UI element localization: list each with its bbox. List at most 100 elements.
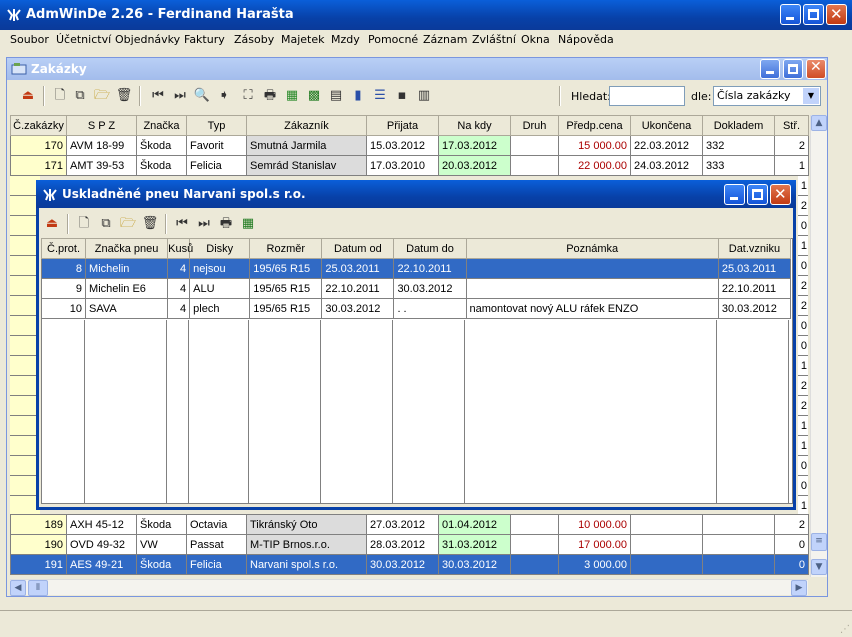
column-header[interactable]: Dat.vzniku (717, 238, 792, 259)
cell-c[interactable]: 191 (10, 554, 67, 575)
cell-str[interactable]: 2 (798, 276, 808, 296)
cell-disky[interactable]: plech (189, 298, 251, 319)
cell-znacka[interactable]: Škoda (136, 514, 187, 535)
select-area-icon[interactable]: ⛶ (239, 87, 257, 105)
menu-item[interactable]: Mzdy (331, 33, 360, 46)
cell-ukoncena[interactable] (630, 514, 703, 535)
cell-rozmer[interactable]: 195/65 R15 (249, 298, 323, 319)
copy-icon[interactable]: ⧉ (97, 215, 115, 233)
cell-str[interactable]: 1 (798, 236, 808, 256)
cell-ukoncena[interactable]: 22.03.2012 (630, 135, 703, 156)
column-header[interactable]: Zákazník (246, 115, 367, 136)
cell-ukoncena[interactable] (630, 534, 703, 555)
cell-doklad[interactable]: 333 (702, 155, 775, 176)
chart-icon[interactable]: ▮ (349, 87, 367, 105)
search-icon[interactable]: 🔍 (193, 87, 211, 105)
cell-spz[interactable]: AVM 18-99 (66, 135, 137, 156)
table-row[interactable]: 191 AES 49-21 Škoda Felicia Narvani spol.s r… (10, 554, 809, 575)
cell-spz[interactable]: AMT 39-53 (66, 155, 137, 176)
cell-druh[interactable] (510, 554, 559, 575)
cell-str[interactable]: 0 (798, 336, 808, 356)
cell-spz[interactable]: OVD 49-32 (66, 534, 137, 555)
cell-cprot[interactable]: 9 (40, 278, 87, 299)
cell-znacka[interactable]: Škoda (136, 155, 187, 176)
scroll-down-icon[interactable]: ▼ (811, 559, 827, 575)
zakazky-maximize-button[interactable] (783, 59, 803, 79)
cell-str[interactable]: 0 (798, 456, 808, 476)
menu-item[interactable]: Záznam (423, 33, 467, 46)
column-header[interactable]: Poznámka (465, 238, 719, 259)
cell-str[interactable]: 2 (798, 376, 808, 396)
cell-druh[interactable] (510, 534, 559, 555)
cell-cena[interactable]: 17 000.00 (558, 534, 631, 555)
zakazky-minimize-button[interactable] (760, 59, 780, 79)
close-button[interactable]: ✕ (826, 4, 847, 25)
menu-item[interactable]: Zásoby (234, 33, 274, 46)
minimize-button[interactable] (780, 4, 801, 25)
cell-str[interactable]: 2 (798, 296, 808, 316)
cell-str[interactable]: 1 (798, 416, 808, 436)
cell-c[interactable]: 190 (10, 534, 67, 555)
export-icon[interactable]: ▦ (283, 87, 301, 105)
cell-c[interactable]: 171 (10, 155, 67, 176)
first-record-icon[interactable]: ⏮ (149, 87, 167, 105)
column-header[interactable]: Značka (136, 115, 187, 136)
menu-item[interactable]: Soubor (10, 33, 49, 46)
cell-zakaznik[interactable]: Smutná Jarmila (246, 135, 367, 156)
exit-icon[interactable]: ⏏ (19, 87, 37, 105)
cell-prijata[interactable]: 28.03.2012 (366, 534, 439, 555)
delete-icon[interactable]: 🗑 (141, 215, 159, 233)
last-record-icon[interactable]: ⏭ (171, 87, 189, 105)
cell-vznik[interactable]: 25.03.2011 (717, 258, 792, 279)
resize-grip-icon[interactable]: ⋰ (840, 624, 850, 635)
column-header[interactable]: Č.zakázky (10, 115, 67, 136)
cell-str[interactable]: 1 (798, 436, 808, 456)
pneu-minimize-button[interactable] (724, 184, 745, 205)
cell-do[interactable]: . . (393, 298, 467, 319)
cell-kusu[interactable]: 4 (167, 278, 191, 299)
cell-doklad[interactable] (702, 534, 775, 555)
menu-item[interactable]: Objednávky (115, 33, 180, 46)
cell-str[interactable]: 1 (798, 356, 808, 376)
cell-doklad[interactable]: 332 (702, 135, 775, 156)
column-header[interactable]: S P Z (66, 115, 137, 136)
excel-icon[interactable]: ▦ (239, 215, 257, 233)
cell-str[interactable]: 1 (798, 496, 808, 516)
menu-item[interactable]: Okna (521, 33, 550, 46)
cell-prijata[interactable]: 17.03.2010 (366, 155, 439, 176)
cell-cprot[interactable]: 10 (40, 298, 87, 319)
cell-nakdy[interactable]: 20.03.2012 (438, 155, 511, 176)
cell-do[interactable]: 22.10.2011 (393, 258, 467, 279)
cell-spz[interactable]: AXH 45-12 (66, 514, 137, 535)
print-icon[interactable]: 🖶 (261, 87, 279, 105)
cell-zakaznik[interactable]: Narvani spol.s r.o. (246, 554, 367, 575)
pneu-maximize-button[interactable] (747, 184, 768, 205)
cell-str[interactable]: 0 (774, 554, 809, 575)
document-icon[interactable]: ▤ (327, 87, 345, 105)
column-header[interactable]: Druh (510, 115, 559, 136)
cell-nakdy[interactable]: 01.04.2012 (438, 514, 511, 535)
scroll-right-icon[interactable]: ▶ (791, 580, 807, 596)
cell-str[interactable]: 0 (798, 256, 808, 276)
cell-prijata[interactable]: 27.03.2012 (366, 514, 439, 535)
column-header[interactable]: Kusů (167, 238, 193, 259)
cell-kusu[interactable]: 4 (167, 298, 191, 319)
menu-item[interactable]: Majetek (281, 33, 325, 46)
cell-znacka[interactable]: Škoda (136, 554, 187, 575)
cell-zakaznik[interactable]: Semrád Stanislav (246, 155, 367, 176)
last-record-icon[interactable]: ⏭ (195, 215, 213, 233)
menu-item[interactable]: Faktury (184, 33, 225, 46)
cell-str[interactable]: 1 (774, 155, 809, 176)
new-document-icon[interactable]: 🗋 (51, 87, 69, 105)
chevron-down-icon[interactable]: ▼ (803, 88, 819, 104)
cell-cena[interactable]: 3 000.00 (558, 554, 631, 575)
zakazky-vertical-scrollbar[interactable]: ▲ ≡ ▼ (810, 115, 827, 577)
search-input[interactable] (609, 86, 685, 106)
column-header[interactable]: Datum od (321, 238, 395, 259)
excel-icon[interactable]: ▩ (305, 87, 323, 105)
cell-kusu[interactable]: 4 (167, 258, 191, 279)
cell-znacka[interactable]: SAVA (85, 298, 169, 319)
copy-icon[interactable]: ⧉ (71, 87, 89, 105)
cell-cena[interactable]: 15 000.00 (558, 135, 631, 156)
cell-ukoncena[interactable] (630, 554, 703, 575)
